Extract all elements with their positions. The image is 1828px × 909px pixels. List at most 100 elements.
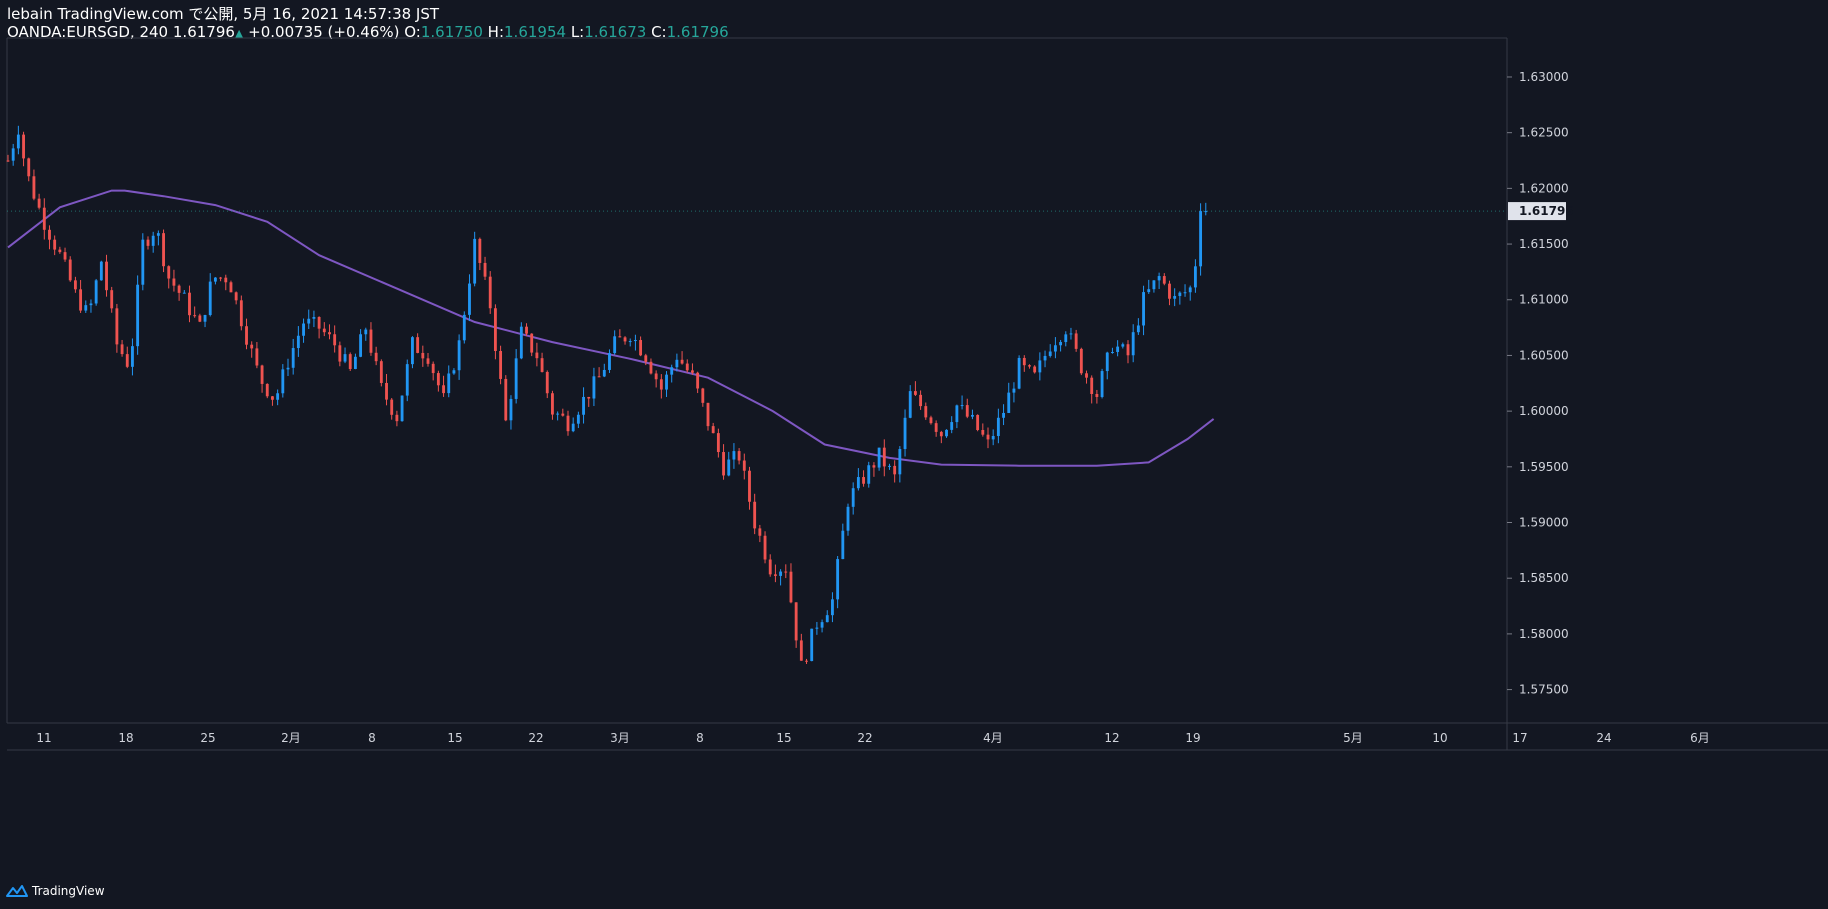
candle[interactable]	[1183, 284, 1187, 297]
candle[interactable]	[991, 429, 995, 446]
candle[interactable]	[411, 336, 414, 369]
candle[interactable]	[924, 402, 928, 420]
candle[interactable]	[805, 658, 808, 664]
candle[interactable]	[1017, 355, 1021, 390]
candle[interactable]	[1012, 382, 1016, 403]
candle[interactable]	[1043, 350, 1047, 368]
candle[interactable]	[468, 274, 471, 322]
candle[interactable]	[146, 236, 150, 250]
candle[interactable]	[639, 336, 643, 357]
candle[interactable]	[732, 443, 736, 469]
candle[interactable]	[981, 423, 985, 437]
candle[interactable]	[659, 374, 663, 399]
candle[interactable]	[245, 318, 248, 350]
candle[interactable]	[1028, 364, 1031, 369]
candle[interactable]	[219, 276, 223, 282]
candle[interactable]	[63, 247, 67, 262]
candle[interactable]	[582, 387, 585, 424]
candle[interactable]	[763, 531, 767, 564]
candle[interactable]	[1074, 329, 1078, 352]
candle[interactable]	[328, 324, 331, 340]
candle[interactable]	[545, 370, 549, 399]
candle[interactable]	[1022, 355, 1026, 372]
candle[interactable]	[514, 349, 518, 404]
candle[interactable]	[919, 390, 923, 410]
candle[interactable]	[654, 370, 658, 388]
candle[interactable]	[333, 325, 337, 353]
candle[interactable]	[587, 396, 591, 407]
candle[interactable]	[364, 327, 368, 341]
candle[interactable]	[955, 404, 959, 429]
candle[interactable]	[675, 353, 679, 372]
candle[interactable]	[224, 274, 228, 291]
candle[interactable]	[623, 336, 627, 345]
candle[interactable]	[1204, 202, 1208, 216]
candle[interactable]	[374, 346, 378, 366]
candle[interactable]	[753, 493, 757, 535]
candle[interactable]	[773, 564, 777, 583]
candle[interactable]	[322, 322, 326, 337]
candle[interactable]	[711, 422, 715, 434]
candle[interactable]	[1105, 351, 1109, 380]
candle[interactable]	[701, 387, 705, 407]
candle[interactable]	[913, 381, 917, 397]
candle[interactable]	[898, 446, 902, 483]
candle[interactable]	[665, 371, 668, 397]
candle[interactable]	[198, 313, 202, 323]
candle[interactable]	[307, 309, 311, 329]
candle[interactable]	[929, 415, 933, 425]
candle[interactable]	[893, 460, 897, 483]
candle[interactable]	[680, 351, 684, 365]
candle[interactable]	[265, 383, 269, 399]
candle[interactable]	[276, 389, 280, 406]
candle[interactable]	[1007, 382, 1011, 414]
candle[interactable]	[1199, 203, 1203, 276]
candle[interactable]	[125, 346, 129, 369]
candle[interactable]	[794, 602, 798, 648]
candle[interactable]	[825, 610, 829, 623]
candle[interactable]	[742, 453, 746, 480]
candle[interactable]	[576, 411, 580, 429]
candle[interactable]	[499, 345, 503, 385]
candle[interactable]	[208, 273, 212, 317]
candle[interactable]	[426, 352, 430, 367]
candle[interactable]	[136, 275, 140, 355]
candle[interactable]	[250, 341, 254, 358]
candle[interactable]	[416, 333, 420, 354]
candle[interactable]	[167, 265, 171, 289]
candle[interactable]	[758, 524, 762, 543]
price-axis[interactable]: 1.63000 1.62500 1.62000 1.61500 1.61000 1.605…	[1507, 70, 1574, 697]
candle[interactable]	[338, 341, 342, 367]
candle[interactable]	[908, 385, 912, 419]
candle[interactable]	[784, 564, 788, 579]
candle[interactable]	[716, 428, 720, 458]
candle[interactable]	[400, 395, 404, 422]
candle[interactable]	[706, 402, 710, 431]
candle[interactable]	[156, 230, 160, 246]
candle[interactable]	[519, 322, 523, 360]
candle[interactable]	[193, 306, 197, 318]
candle[interactable]	[530, 333, 534, 357]
candle[interactable]	[37, 193, 41, 210]
candle[interactable]	[312, 310, 316, 328]
candle[interactable]	[535, 342, 539, 367]
candle[interactable]	[867, 461, 871, 488]
candle[interactable]	[48, 225, 51, 250]
candle[interactable]	[177, 284, 181, 301]
footer[interactable]: TradingView	[6, 882, 105, 900]
candle[interactable]	[1162, 273, 1166, 286]
candle[interactable]	[115, 303, 119, 353]
candle[interactable]	[960, 395, 964, 410]
candle[interactable]	[255, 341, 259, 369]
candle[interactable]	[182, 290, 186, 294]
candle[interactable]	[11, 143, 15, 166]
candle[interactable]	[820, 619, 824, 633]
candle[interactable]	[1116, 340, 1120, 357]
candle[interactable]	[379, 359, 383, 387]
candle[interactable]	[302, 318, 305, 343]
candle[interactable]	[551, 390, 554, 420]
candle[interactable]	[1095, 389, 1099, 404]
candle[interactable]	[779, 569, 783, 586]
candle[interactable]	[348, 352, 352, 371]
candle[interactable]	[945, 429, 948, 438]
